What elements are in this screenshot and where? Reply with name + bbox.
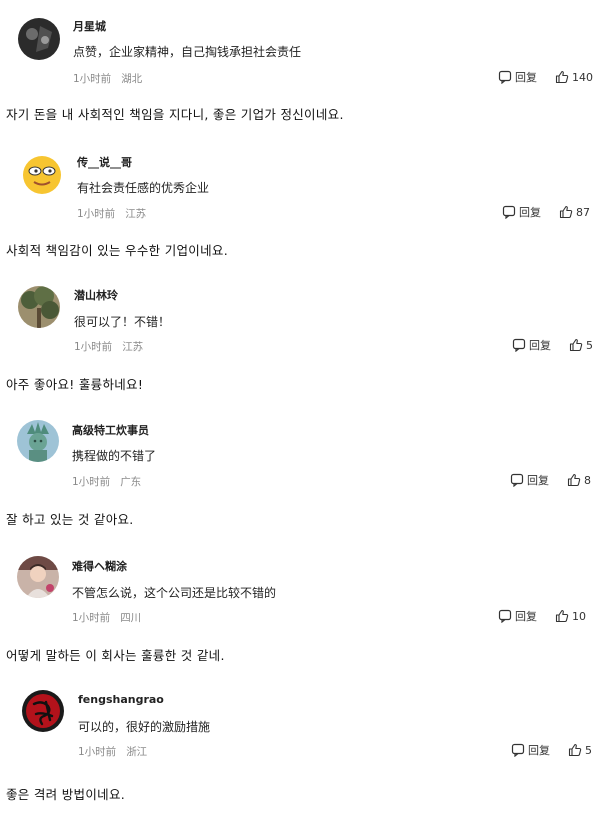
comment-actions: 回复 10	[498, 608, 586, 624]
like-count: 8	[584, 473, 591, 487]
comment-location: 湖北	[121, 73, 143, 85]
avatar[interactable]	[21, 154, 63, 196]
like-button[interactable]: 8	[567, 473, 591, 487]
comment-time: 1小时前	[77, 208, 116, 220]
comment-location: 广东	[120, 476, 142, 488]
avatar-statue-icon	[17, 420, 59, 462]
username[interactable]: 潜山林玲	[74, 287, 118, 303]
comment-meta: 1小时前 广东	[72, 474, 151, 489]
comment-actions: 回复 8	[510, 472, 591, 488]
comment-meta: 1小时前 四川	[72, 610, 151, 625]
translation-text: 잘 하고 있는 것 같아요.	[6, 512, 134, 527]
comment-location: 江苏	[122, 341, 144, 353]
comment-text: 点赞，企业家精神，自己掏钱承担社会责任	[73, 45, 302, 59]
reply-button[interactable]: 回复	[512, 337, 551, 353]
translation-text: 사회적 책임감이 있는 우수한 기업이네요.	[6, 243, 228, 258]
comment-text: 不管怎么说，这个公司还是比较不错的	[72, 586, 277, 600]
avatar[interactable]	[22, 690, 64, 732]
reply-button[interactable]: 回复	[511, 742, 550, 758]
like-count: 5	[586, 338, 593, 352]
avatar-emoji-face-icon	[21, 154, 63, 196]
comment-location: 江苏	[125, 208, 147, 220]
reply-label: 回复	[515, 71, 537, 84]
comment-location: 浙江	[126, 746, 148, 758]
reply-bubble-icon	[502, 205, 516, 219]
comment-meta: 1小时前 湖北	[73, 71, 152, 86]
translation-text: 좋은 격려 방법이네요.	[6, 787, 126, 802]
thumbs-up-icon	[559, 205, 573, 219]
comment-meta: 1小时前 浙江	[78, 744, 157, 759]
reply-bubble-icon	[510, 473, 524, 487]
reply-label: 回复	[515, 610, 537, 623]
comment-time: 1小时前	[78, 746, 117, 758]
comment-time: 1小时前	[74, 341, 113, 353]
avatar[interactable]	[18, 286, 60, 328]
translation-text: 어떻게 말하든 이 회사는 훌륭한 것 같네.	[6, 648, 225, 663]
like-count: 87	[576, 205, 590, 219]
translation-text: 아주 좋아요! 훌륭하네요!	[6, 377, 144, 392]
reply-label: 回复	[519, 206, 541, 219]
reply-bubble-icon	[511, 743, 525, 757]
reply-button[interactable]: 回复	[502, 204, 541, 220]
username[interactable]: 难得ヘ糊涂	[72, 558, 127, 574]
like-count: 10	[572, 609, 586, 623]
like-count: 5	[585, 743, 592, 757]
reply-button[interactable]: 回复	[498, 69, 537, 85]
reply-bubble-icon	[498, 70, 512, 84]
avatar-child-photo-icon	[17, 556, 59, 598]
thumbs-up-icon	[555, 70, 569, 84]
comment-time: 1小时前	[72, 612, 111, 624]
like-button[interactable]: 5	[569, 338, 593, 352]
comment-actions: 回复 5	[511, 742, 592, 758]
like-button[interactable]: 140	[555, 70, 593, 84]
like-button[interactable]: 87	[559, 205, 590, 219]
thumbs-up-icon	[555, 609, 569, 623]
thumbs-up-icon	[569, 338, 583, 352]
username[interactable]: fengshangrao	[78, 693, 164, 706]
comment-time: 1小时前	[72, 476, 111, 488]
username[interactable]: 月星城	[73, 18, 106, 34]
username[interactable]: 传__说__哥	[77, 154, 132, 170]
avatar[interactable]	[17, 420, 59, 462]
comment-meta: 1小时前 江苏	[74, 339, 153, 354]
reply-button[interactable]: 回复	[498, 608, 537, 624]
thumbs-up-icon	[567, 473, 581, 487]
comment-text: 有社会责任感的优秀企业	[77, 181, 210, 195]
avatar[interactable]	[18, 18, 60, 60]
comment-meta: 1小时前 江苏	[77, 206, 156, 221]
avatar-dark-figure-icon	[18, 18, 60, 60]
reply-label: 回复	[529, 339, 551, 352]
like-button[interactable]: 10	[555, 609, 586, 623]
avatar-tree-icon	[18, 286, 60, 328]
comment-time: 1小时前	[73, 73, 112, 85]
avatar-red-calligraphy-icon	[22, 690, 64, 732]
comment-actions: 回复 140	[498, 69, 593, 85]
avatar[interactable]	[17, 556, 59, 598]
reply-label: 回复	[527, 474, 549, 487]
username[interactable]: 高级特工炊事员	[72, 422, 149, 438]
thumbs-up-icon	[568, 743, 582, 757]
like-button[interactable]: 5	[568, 743, 592, 757]
comment-location: 四川	[120, 612, 142, 624]
like-count: 140	[572, 70, 593, 84]
reply-bubble-icon	[512, 338, 526, 352]
comment-text: 可以的，很好的激励措施	[78, 720, 211, 734]
comment-actions: 回复 5	[512, 337, 593, 353]
reply-bubble-icon	[498, 609, 512, 623]
translation-text: 자기 돈을 내 사회적인 책임을 지다니, 좋은 기업가 정신이네요.	[6, 107, 344, 122]
comment-text: 携程做的不错了	[72, 449, 157, 463]
reply-label: 回复	[528, 744, 550, 757]
comment-text: 很可以了！不错！	[74, 315, 171, 329]
comment-actions: 回复 87	[502, 204, 590, 220]
reply-button[interactable]: 回复	[510, 472, 549, 488]
